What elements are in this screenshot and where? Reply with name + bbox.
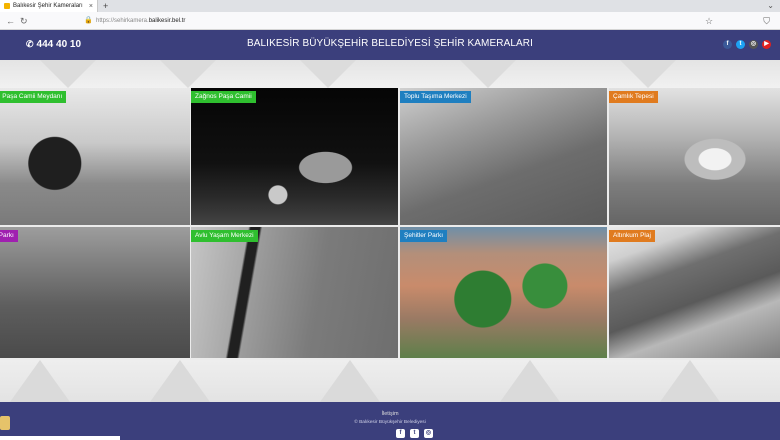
camera-label: ...ırcı Paşa Camii Meydanı [0,91,67,103]
camera-image [0,227,190,358]
camera-tile[interactable]: Toplu Taşıma Merkezi [400,88,607,225]
camera-image [191,88,398,225]
back-icon[interactable]: ← [6,14,15,28]
camera-label: Şehitler Parkı [400,230,448,242]
footer-title: İletişim [381,411,399,417]
camera-image [0,88,190,225]
youtube-icon[interactable]: ▶ [762,40,771,49]
camera-image [609,227,780,358]
bottom-strip [0,436,120,440]
url-domain: balikesir.bel.tr [148,18,186,24]
camera-tile[interactable]: Çamlık Tepesi [609,88,780,225]
favicon-icon [4,3,10,9]
shield-icon[interactable]: ⛉ [763,14,770,28]
window-controls-icon[interactable]: ⌄ [767,1,774,10]
lock-icon: 🔒 [84,17,93,24]
camera-tile[interactable]: ...rk Parkı [0,227,190,358]
camera-label: Zağnos Paşa Camii [191,91,256,103]
camera-label: Altınkum Plaj [609,230,655,242]
footer-band [0,360,780,402]
camera-image [609,88,780,225]
reload-icon[interactable]: ↻ [20,14,28,28]
camera-tile[interactable]: ...ırcı Paşa Camii Meydanı [0,88,190,225]
tab-close-icon[interactable]: × [89,3,93,10]
camera-tile[interactable]: Altınkum Plaj [609,227,780,358]
corner-badge-icon[interactable] [0,416,10,430]
instagram-icon[interactable]: ◎ [424,429,433,438]
site-header: ✆ 444 40 10 BALIKESİR BÜYÜKŞEHİR BELEDİYE… [0,30,780,60]
camera-image [400,88,607,225]
header-band [0,60,780,88]
url-prefix: https://sehirkamera. [96,18,149,24]
browser-tab[interactable]: Balıkesir Şehir Kameraları × [0,0,98,12]
camera-label: ...rk Parkı [0,230,18,242]
camera-label: Çamlık Tepesi [609,91,658,103]
twitter-icon[interactable]: t [410,429,419,438]
camera-label: Toplu Taşıma Merkezi [400,91,471,103]
instagram-icon[interactable]: ◎ [749,40,758,49]
twitter-icon[interactable]: t [736,40,745,49]
camera-image [191,227,398,358]
camera-tile[interactable]: Zağnos Paşa Camii [191,88,398,225]
bookmark-star-icon[interactable]: ☆ [705,14,713,28]
footer-copyright: © Balıkesir Büyükşehir Belediyesi [354,420,426,425]
url-field[interactable]: https://sehirkamera.balikesir.bel.tr [96,14,716,28]
camera-tile[interactable]: Avlu Yaşam Merkezi [191,227,398,358]
new-tab-button[interactable]: + [103,0,108,12]
site-footer: İletişim © Balıkesir Büyükşehir Belediye… [0,402,780,440]
page-title: BALIKESİR BÜYÜKŞEHİR BELEDİYESİ ŞEHİR KA… [246,38,533,49]
browser-tabbar: Balıkesir Şehir Kameraları × + ⌄ [0,0,780,12]
camera-tile[interactable]: Şehitler Parkı [400,227,607,358]
facebook-icon[interactable]: f [396,429,405,438]
facebook-icon[interactable]: f [723,40,732,49]
camera-label: Avlu Yaşam Merkezi [191,230,258,242]
address-bar: ← ↻ 🔒 https://sehirkamera.balikesir.bel.… [0,12,780,30]
tab-title: Balıkesir Şehir Kameraları [13,3,83,9]
camera-image [400,227,607,358]
